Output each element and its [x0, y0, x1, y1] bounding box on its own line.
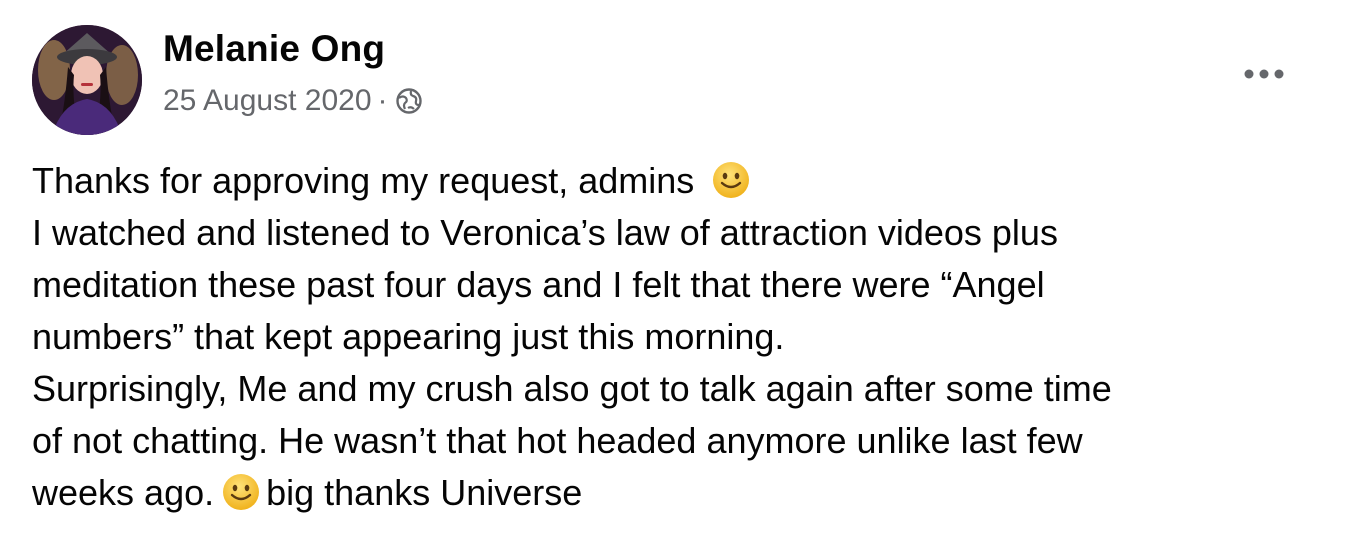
- post-line-4: numbers” that kept appearing just this m…: [32, 316, 785, 357]
- post-line-1: Thanks for approving my request, admins: [32, 155, 1322, 207]
- more-options-button[interactable]: [1238, 58, 1290, 90]
- avatar-image: [32, 25, 142, 135]
- author-name[interactable]: Melanie Ong: [163, 28, 385, 70]
- facebook-post: Melanie Ong 25 August 2020 · Thanks for …: [0, 0, 1345, 544]
- post-text: big thanks Universe: [266, 472, 583, 513]
- author-avatar[interactable]: [32, 25, 142, 135]
- globe-icon[interactable]: [394, 86, 424, 116]
- post-line-2: I watched and listened to Veronica’s law…: [32, 212, 1058, 253]
- post-meta: 25 August 2020 ·: [163, 84, 424, 118]
- meta-separator: ·: [377, 84, 388, 117]
- slightly-smiling-face-emoji: [713, 162, 750, 198]
- more-options-icon: [1244, 69, 1284, 79]
- post-line-5: Surprisingly, Me and my crush also got t…: [32, 368, 1112, 409]
- post-body: Thanks for approving my request, admins …: [32, 155, 1322, 519]
- slightly-smiling-face-emoji: [223, 474, 260, 510]
- post-date[interactable]: 25 August 2020: [163, 84, 372, 118]
- post-line-7: weeks ago. big thanks Universe: [32, 467, 1322, 519]
- post-line-6: of not chatting. He wasn’t that hot head…: [32, 420, 1083, 461]
- post-text: weeks ago.: [32, 472, 215, 513]
- post-line-3: meditation these past four days and I fe…: [32, 264, 1045, 305]
- post-text: Thanks for approving my request, admins: [32, 160, 695, 201]
